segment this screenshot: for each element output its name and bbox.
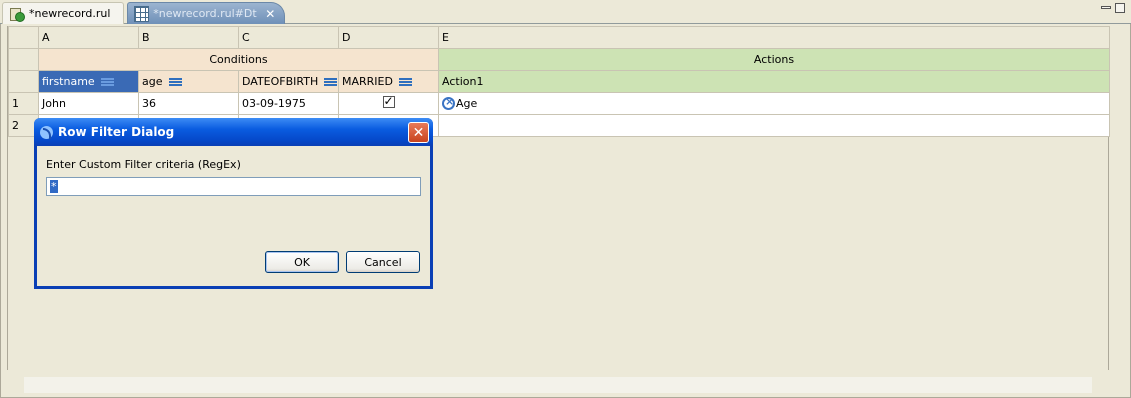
- row-header-blank: [8, 70, 39, 93]
- column-letter[interactable]: A: [38, 26, 139, 49]
- cell-dateofbirth[interactable]: 03-09-1975: [238, 92, 339, 115]
- column-letter[interactable]: D: [338, 26, 439, 49]
- tab-newrecord-rul[interactable]: *newrecord.rul: [2, 2, 124, 24]
- cell-firstname[interactable]: John: [38, 92, 139, 115]
- filter-icon[interactable]: [324, 78, 338, 86]
- conditions-header[interactable]: Conditions: [38, 48, 439, 71]
- filter-icon[interactable]: [100, 78, 114, 86]
- tab-newrecord-dt[interactable]: *newrecord.rul#Dt ✕: [127, 2, 285, 24]
- filter-icon[interactable]: [168, 78, 182, 86]
- filter-criteria-value: *: [50, 180, 58, 193]
- cell-married[interactable]: [338, 92, 439, 115]
- window-controls: [1101, 3, 1125, 13]
- table-row: 1 John 36 03-09-1975 Age: [8, 92, 1110, 115]
- action-label: Age: [456, 96, 478, 110]
- editor-tab-bar: *newrecord.rul *newrecord.rul#Dt ✕: [0, 0, 1131, 24]
- column-label: DATEOFBIRTH: [242, 75, 319, 88]
- column-header-married[interactable]: MARRIED: [338, 70, 439, 93]
- column-letter-row: A B C D E: [8, 26, 1110, 49]
- column-label: MARRIED: [342, 75, 393, 88]
- column-header-row: firstname age DATEOFBIRTH MARRIED Action…: [8, 70, 1110, 93]
- cancel-button[interactable]: Cancel: [346, 251, 420, 273]
- filter-criteria-input[interactable]: [46, 177, 421, 196]
- column-header-age[interactable]: age: [138, 70, 239, 93]
- row-filter-dialog: Row Filter Dialog ✕ Enter Custom Filter …: [34, 118, 433, 289]
- cell-action1[interactable]: Age: [438, 92, 1110, 115]
- maximize-icon[interactable]: [1115, 3, 1125, 13]
- actions-header[interactable]: Actions: [438, 48, 1110, 71]
- corner-cell[interactable]: [8, 26, 39, 49]
- column-header-firstname[interactable]: firstname: [38, 70, 139, 93]
- decision-table-icon: [134, 5, 150, 22]
- married-checkbox[interactable]: [382, 94, 395, 108]
- horizontal-scrollbar[interactable]: [24, 377, 1092, 393]
- dialog-title-bar[interactable]: Row Filter Dialog ✕: [34, 118, 433, 146]
- column-letter[interactable]: C: [238, 26, 339, 49]
- column-label: firstname: [42, 75, 95, 88]
- column-letter[interactable]: B: [138, 26, 239, 49]
- column-label: age: [142, 75, 163, 88]
- filter-icon[interactable]: [398, 78, 412, 86]
- row-number[interactable]: 1: [8, 92, 39, 115]
- cell-action1[interactable]: [438, 114, 1110, 137]
- app-icon: [40, 125, 53, 139]
- dialog-title: Row Filter Dialog: [58, 125, 175, 139]
- tab-label: *newrecord.rul: [29, 7, 111, 20]
- column-header-action1[interactable]: Action1: [438, 70, 1110, 93]
- tab-label: *newrecord.rul#Dt: [153, 7, 257, 20]
- action-icon: [442, 95, 455, 111]
- close-button[interactable]: ✕: [408, 122, 429, 143]
- cell-age[interactable]: 36: [138, 92, 239, 115]
- column-header-dateofbirth[interactable]: DATEOFBIRTH: [238, 70, 339, 93]
- row-header-blank: [8, 48, 39, 71]
- ok-button[interactable]: OK: [265, 251, 339, 273]
- rule-file-icon: [9, 6, 25, 22]
- close-icon[interactable]: ✕: [265, 7, 276, 21]
- column-letter[interactable]: E: [438, 26, 1110, 49]
- filter-criteria-label: Enter Custom Filter criteria (RegEx): [46, 158, 241, 171]
- group-header-row: Conditions Actions: [8, 48, 1110, 71]
- minimize-icon[interactable]: [1101, 6, 1111, 9]
